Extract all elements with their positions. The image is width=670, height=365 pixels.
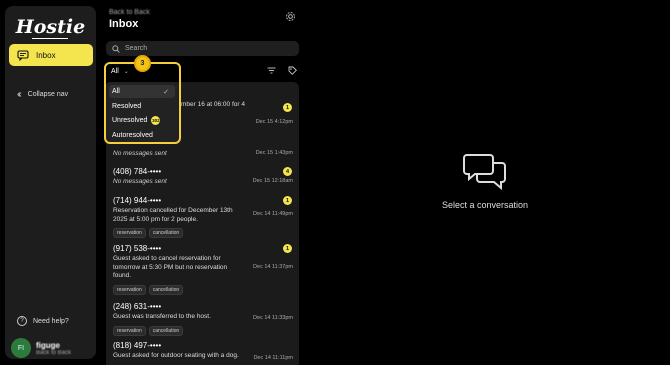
need-help-label: Need help? — [33, 317, 69, 325]
app-logo: Hostie — [15, 16, 86, 38]
count-badge: 302 — [151, 116, 161, 125]
help-icon: ? — [17, 316, 27, 326]
conversation-phone: (248) 631-•••• — [113, 302, 162, 311]
conversation-phone: (408) 784-•••• — [113, 167, 162, 176]
user-name: figuge — [36, 340, 60, 350]
filter-option-resolved[interactable]: Resolved — [109, 100, 175, 113]
status-filter-select[interactable]: All ⌄ — [108, 66, 136, 77]
conversation-message: Guest asked to cancel reservation for to… — [113, 255, 228, 279]
empty-state-text: Select a conversation — [441, 200, 529, 210]
filter-option-autoresolved[interactable]: Autoresolved — [109, 129, 175, 142]
chevron-down-icon: ⌄ — [123, 69, 129, 75]
conversation-date: Dec 15 4:12pm — [255, 119, 293, 125]
list-item[interactable]: (714) 944-•••• Reservation cancelled for… — [113, 196, 293, 238]
avatar: FI — [11, 338, 31, 358]
conversation-message: Reservation cancelled for December 13th … — [113, 207, 233, 223]
inbox-icon — [17, 49, 31, 61]
tag-list: reservation cancellation — [113, 325, 293, 336]
list-item[interactable]: (917) 538-•••• Guest asked to cancel res… — [113, 244, 293, 295]
filter-option-all[interactable]: All ✓ — [109, 85, 175, 98]
conversation-icon — [463, 150, 507, 194]
tag-chip: cancellation — [148, 325, 184, 336]
filter-option-label: Unresolved — [112, 117, 148, 124]
conversation-phone: (714) 944-•••• — [113, 196, 162, 205]
breadcrumb: Back to Back — [109, 9, 150, 16]
conversation-date: Dec 15 1:43pm — [255, 150, 293, 156]
search-icon — [112, 44, 120, 53]
conversation-date: Dec 14 11:11pm — [253, 355, 293, 361]
collapse-nav-label: Collapse nav — [27, 91, 69, 98]
gear-icon[interactable] — [285, 9, 296, 21]
conversation-phone: (818) 497-•••• — [113, 341, 162, 350]
collapse-nav-button[interactable]: ‹‹ Collapse nav — [17, 89, 68, 100]
unread-badge: 4 — [283, 167, 292, 176]
status-filter-menu: All ✓ Resolved Unresolved 302 Autoresolv… — [106, 82, 178, 143]
tag-list: reservation cancellation — [113, 284, 293, 295]
filter-icon[interactable] — [265, 64, 277, 76]
conversation-date: Dec 14 11:33pm — [253, 315, 293, 321]
chevrons-left-icon: ‹‹ — [17, 89, 21, 100]
list-item[interactable]: No messages sent Dec 15 1:43pm — [113, 148, 293, 159]
conversation-message: Guest asked for outdoor seating with a d… — [113, 352, 239, 359]
tutorial-step-badge: 3 — [134, 55, 151, 72]
sidebar: Hostie Inbox ‹‹ Collapse nav ? Need help… — [5, 6, 96, 359]
tag-icon[interactable] — [286, 64, 298, 76]
tag-chip: reservation — [113, 325, 146, 336]
unread-badge: 1 — [283, 196, 292, 205]
filter-option-label: Resolved — [112, 103, 142, 110]
list-item[interactable]: (818) 497-•••• Guest asked for outdoor s… — [113, 341, 293, 361]
list-item[interactable]: (408) 784-•••• No messages sent 4 Dec 15… — [113, 167, 293, 187]
logo-underline — [32, 38, 68, 39]
conversation-date: Dec 14 11:49pm — [253, 211, 293, 217]
user-org: Back to Back — [36, 349, 72, 356]
unread-badge: 1 — [283, 244, 292, 253]
unread-badge: 1 — [283, 103, 292, 112]
need-help-button[interactable]: ? Need help? — [17, 316, 69, 326]
filter-option-label: Autoresolved — [112, 132, 153, 139]
tag-chip: reservation — [113, 284, 146, 295]
tag-chip: reservation — [113, 228, 146, 238]
tag-list: reservation cancellation — [113, 228, 293, 238]
sidebar-item-label: Inbox — [36, 50, 56, 60]
conversation-date: Dec 14 11:37pm — [253, 264, 293, 270]
page-title: Inbox — [109, 18, 139, 30]
conversation-message: No messages sent — [113, 178, 167, 185]
search-input[interactable]: Search — [106, 41, 299, 56]
conversation-phone: (917) 538-•••• — [113, 244, 162, 253]
tag-chip: cancellation — [148, 284, 184, 295]
sidebar-item-inbox[interactable]: Inbox — [9, 44, 93, 66]
list-item[interactable]: (248) 631-•••• Guest was transferred to … — [113, 302, 293, 336]
user-profile[interactable]: FI figuge Back to Back — [11, 338, 71, 358]
filter-option-unresolved[interactable]: Unresolved 302 — [109, 114, 175, 127]
conversation-date: Dec 15 12:18am — [252, 178, 293, 184]
search-placeholder: Search — [125, 45, 148, 52]
filter-option-label: All — [112, 88, 120, 95]
empty-state: Select a conversation — [300, 150, 670, 210]
conversation-message: No messages sent — [113, 150, 167, 157]
status-filter-value: All — [111, 68, 119, 75]
tag-chip: cancellation — [148, 228, 184, 238]
conversation-message: Guest was transferred to the host. — [113, 313, 211, 320]
check-icon: ✓ — [163, 88, 169, 96]
